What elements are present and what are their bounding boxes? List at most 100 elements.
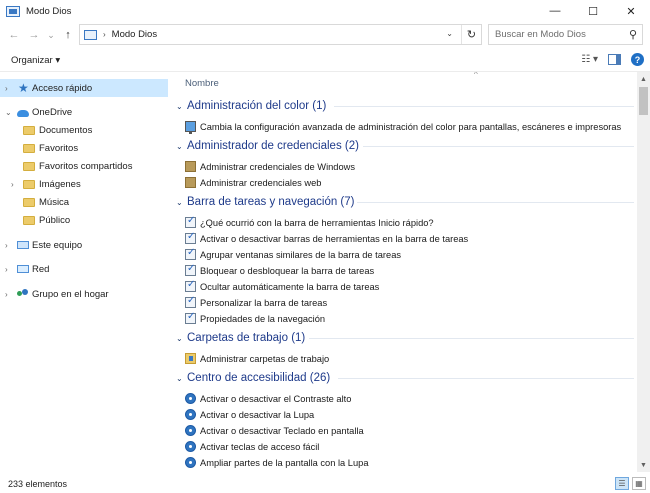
sidebar-item-red[interactable]: › Red: [0, 260, 168, 278]
chevron-down-icon[interactable]: ⌄: [446, 29, 453, 38]
group-header-credentials[interactable]: ⌄ Administrador de credenciales (2): [171, 138, 636, 154]
column-header-name[interactable]: Nombre: [185, 78, 219, 89]
sidebar-item-favoritos-compartidos[interactable]: Favoritos compartidos: [0, 157, 168, 175]
group-divider: [363, 146, 634, 147]
chevron-down-icon[interactable]: ⌄: [176, 102, 183, 111]
list-item[interactable]: Ocultar automáticamente la barra de tare…: [185, 279, 379, 294]
list-item-label: Propiedades de la navegación: [200, 313, 326, 324]
group-title: Centro de accesibilidad (26): [187, 372, 331, 384]
folder-icon: [23, 143, 35, 153]
list-item-label: Administrar carpetas de trabajo: [200, 353, 330, 364]
details-view-button[interactable]: ☰: [615, 477, 629, 490]
sidebar-item-imagenes[interactable]: › Imágenes: [0, 175, 168, 193]
sidebar-item-musica[interactable]: Música: [0, 193, 168, 211]
chevron-right-icon[interactable]: ›: [5, 290, 8, 299]
back-button[interactable]: ←: [4, 25, 24, 45]
list-item-label: Activar o desactivar barras de herramien…: [200, 233, 469, 244]
sidebar-item-label: Acceso rápido: [32, 82, 93, 94]
list-item[interactable]: Propiedades de la navegación: [185, 311, 325, 326]
list-item-label: Activar o desactivar el Contraste alto: [200, 393, 352, 404]
sidebar-item-label: Red: [32, 263, 50, 275]
vertical-scrollbar[interactable]: ▲ ▼: [637, 72, 650, 472]
list-item[interactable]: Activar o desactivar la Lupa: [185, 407, 314, 422]
chevron-down-icon[interactable]: ⌄: [176, 374, 183, 383]
list-item[interactable]: Activar o desactivar el Contraste alto: [185, 391, 351, 406]
list-item-label: Activar teclas de acceso fácil: [200, 441, 320, 452]
scroll-down-button[interactable]: ▼: [637, 458, 650, 472]
list-item[interactable]: ¿Qué ocurrió con la barra de herramienta…: [185, 215, 434, 230]
preview-pane-icon[interactable]: [608, 54, 621, 65]
chevron-down-icon[interactable]: ⌄: [5, 108, 12, 117]
folder-icon: [23, 179, 35, 189]
sort-ascending-icon: ^: [474, 72, 478, 79]
taskbar-settings-icon: [185, 279, 196, 292]
item-count: 233 elementos: [8, 479, 68, 489]
chevron-right-icon[interactable]: ›: [11, 180, 14, 189]
search-input[interactable]: [495, 29, 620, 40]
list-item-label: Administrar credenciales de Windows: [200, 161, 356, 172]
star-icon: ★: [18, 81, 29, 95]
list-item[interactable]: Activar o desactivar barras de herramien…: [185, 231, 468, 246]
sidebar-item-documentos[interactable]: Documentos: [0, 121, 168, 139]
homegroup-icon: [17, 289, 29, 299]
refresh-button[interactable]: ↻: [461, 25, 481, 44]
list-item-label: Administrar credenciales web: [200, 177, 322, 188]
group-divider: [334, 106, 634, 107]
list-item[interactable]: Agrupar ventanas similares de la barra d…: [185, 247, 401, 262]
group-header-color[interactable]: ⌄ Administración del color (1): [171, 98, 636, 114]
list-item[interactable]: Cambia la configuración avanzada de admi…: [185, 119, 621, 134]
scroll-thumb[interactable]: [639, 87, 648, 115]
group-header-accessibility[interactable]: ⌄ Centro de accesibilidad (26): [171, 370, 636, 386]
sidebar-item-label: Imágenes: [39, 178, 81, 190]
network-icon: [17, 265, 29, 273]
recent-locations-button[interactable]: ⌄: [44, 25, 58, 45]
organize-button[interactable]: Organizar ▾: [11, 55, 60, 66]
chevron-down-icon[interactable]: ⌄: [176, 198, 183, 207]
sidebar-item-onedrive[interactable]: ⌄ OneDrive: [0, 103, 168, 121]
list-item[interactable]: Bloquear o desbloquear la barra de tarea…: [185, 263, 374, 278]
sidebar-item-label: Favoritos: [39, 142, 79, 154]
sidebar-item-favoritos[interactable]: Favoritos: [0, 139, 168, 157]
up-button[interactable]: ↑: [58, 25, 78, 45]
taskbar-settings-icon: [185, 247, 196, 260]
breadcrumb-modo-dios[interactable]: Modo Dios: [112, 29, 157, 40]
forward-button[interactable]: →: [24, 25, 44, 45]
search-icon[interactable]: ⚲: [629, 28, 637, 41]
sidebar-item-grupo-en-el-hogar[interactable]: › Grupo en el hogar: [0, 285, 168, 303]
address-bar[interactable]: › Modo Dios ⌄ ↻: [79, 24, 482, 45]
view-options-button[interactable]: ☷ ▾: [581, 54, 598, 65]
tiles-view-button[interactable]: ▦: [632, 477, 646, 490]
list-item[interactable]: Ampliar partes de la pantalla con la Lup…: [185, 455, 368, 470]
minimize-button[interactable]: —: [536, 0, 574, 22]
list-item-label: Activar o desactivar la Lupa: [200, 409, 315, 420]
sidebar-item-este-equipo[interactable]: › Este equipo: [0, 236, 168, 254]
search-box[interactable]: ⚲: [488, 24, 643, 45]
list-item[interactable]: Personalizar la barra de tareas: [185, 295, 327, 310]
scroll-up-button[interactable]: ▲: [637, 72, 650, 86]
sidebar-item-quick-access[interactable]: › ★ Acceso rápido: [0, 79, 168, 97]
maximize-button[interactable]: ☐: [574, 0, 612, 22]
breadcrumb-separator-icon[interactable]: ›: [103, 30, 106, 39]
close-button[interactable]: ✕: [612, 0, 650, 22]
sidebar-item-publico[interactable]: Público: [0, 211, 168, 229]
control-panel-icon: [84, 29, 97, 40]
list-item[interactable]: Activar teclas de acceso fácil: [185, 439, 319, 454]
group-title: Administrador de credenciales (2): [187, 140, 359, 152]
group-header-work-folders[interactable]: ⌄ Carpetas de trabajo (1): [171, 330, 636, 346]
chevron-right-icon[interactable]: ›: [5, 241, 8, 250]
chevron-down-icon[interactable]: ⌄: [176, 334, 183, 343]
list-item[interactable]: Administrar carpetas de trabajo: [185, 351, 329, 366]
group-header-taskbar[interactable]: ⌄ Barra de tareas y navegación (7): [171, 194, 636, 210]
taskbar-settings-icon: [185, 215, 196, 228]
list-item[interactable]: Administrar credenciales web: [185, 175, 321, 190]
help-button[interactable]: ?: [631, 53, 644, 66]
chevron-right-icon[interactable]: ›: [5, 84, 8, 93]
list-item[interactable]: Activar o desactivar Teclado en pantalla: [185, 423, 364, 438]
folder-icon: [23, 215, 35, 225]
sidebar-item-label: Favoritos compartidos: [39, 160, 133, 172]
chevron-right-icon[interactable]: ›: [5, 265, 8, 274]
computer-icon: [17, 241, 29, 249]
chevron-down-icon[interactable]: ⌄: [176, 142, 183, 151]
list-item-label: Personalizar la barra de tareas: [200, 297, 328, 308]
list-item[interactable]: Administrar credenciales de Windows: [185, 159, 355, 174]
